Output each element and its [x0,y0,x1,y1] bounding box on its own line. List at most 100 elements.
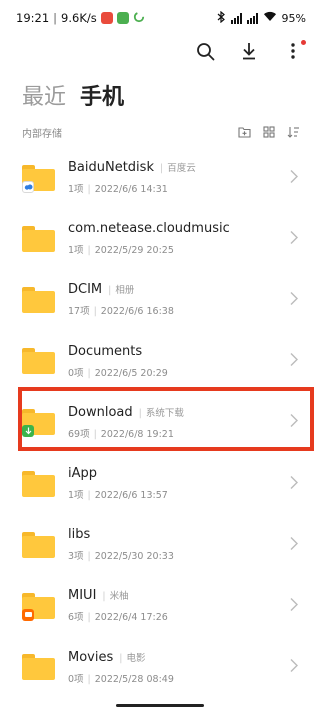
notification-dot [301,40,306,45]
folder-icon [22,531,55,558]
chevron-right-icon [290,535,298,554]
folder-icon [22,286,55,313]
folder-row-libs[interactable]: libs 3项 | 2022/5/30 20:33 [0,514,320,575]
meta-separator: | [87,245,91,257]
folder-name: BaiduNetdisk [68,160,154,176]
chevron-right-icon [290,596,298,615]
chevron-right-icon [290,413,298,432]
folder-info: iApp 1项 | 2022/6/6 13:57 [68,466,168,501]
folder-icon [22,225,55,252]
item-count: 3项 [68,551,84,563]
folder-name: DCIM [68,282,103,298]
baidu-cloud-icon [22,180,34,193]
folder-row-baidunetdisk[interactable]: BaiduNetdisk 百度云 1项|2022/6/6 14:31 [0,147,320,208]
item-count: 0项 [68,673,84,685]
item-count: 1项 [68,490,84,502]
storage-header: 内部存储 [22,122,300,142]
folder-meta: 17项 | 2022/6/6 16:38 [68,303,174,317]
folder-row-download[interactable]: Download 系统下载 69项|2022/6/8 19:21 [0,392,320,453]
download-badge-icon [22,425,34,438]
folder-name: Movies [68,649,114,665]
status-left: 19:21 | 9.6K/s [16,11,145,26]
modified-date: 2022/6/6 14:31 [94,184,168,196]
download-icon[interactable] [238,40,260,62]
meta-separator: | [87,367,91,379]
folder-name: Documents [68,343,143,359]
item-count: 1项 [68,184,84,196]
modified-date: 2022/5/28 08:49 [94,673,174,685]
app-notification-icon [100,12,113,24]
meta-separator: | [87,551,91,563]
battery-level: 95% [281,11,306,25]
folder-icon [22,654,55,681]
chevron-right-icon [290,474,298,493]
item-count: 17项 [68,306,90,318]
tab-phone[interactable]: 手机 [80,79,124,111]
chevron-right-icon [290,229,298,248]
folder-info: MIUI 米柚 6项|2022/6/4 17:26 [68,588,168,623]
modified-date: 2022/6/5 20:29 [94,367,168,379]
tab-recent[interactable]: 最近 [22,79,66,111]
meta-separator: | [87,490,91,502]
item-count: 69项 [68,428,90,440]
folder-meta: 0项 | 2022/6/5 20:29 [68,365,168,379]
modified-date: 2022/6/6 16:38 [100,306,174,318]
folder-row-com-netease-cloudmusic[interactable]: com.netease.cloudmusic 1项 | 2022/5/29 20:25 [0,208,320,269]
chevron-right-icon [290,290,298,309]
folder-row-dcim[interactable]: DCIM 相册 17项|2022/6/6 16:38 [0,269,320,330]
status-divider: | [53,11,58,25]
folder-info: com.netease.cloudmusic 1项 | 2022/5/29 20:25 [68,221,230,256]
folder-meta: 1项 | 2022/6/6 13:57 [68,487,168,501]
folder-icon [22,164,55,193]
meta-separator: | [93,428,97,440]
folder-icon [22,470,55,497]
folder-meta: 1项 | 2022/5/29 20:25 [68,242,230,256]
item-count: 0项 [68,367,84,379]
folder-icon [22,348,55,375]
folder-info: Download 系统下载 69项|2022/6/8 19:21 [68,405,184,440]
folder-info: BaiduNetdisk 百度云 1项|2022/6/6 14:31 [68,160,196,195]
modified-date: 2022/6/6 13:57 [94,490,168,502]
meta-separator: | [87,612,91,624]
sort-icon[interactable] [287,123,300,142]
chevron-right-icon [290,168,298,187]
section-title: 内部存储 [22,128,62,140]
grid-view-icon[interactable] [263,123,275,142]
chevron-right-icon [290,658,298,677]
item-count: 1项 [68,245,84,257]
search-icon[interactable] [194,40,216,62]
new-folder-icon[interactable] [238,123,251,142]
folder-meta: 69项 | 2022/6/8 19:21 [68,426,184,440]
signal-icon [246,12,258,24]
meta-separator: | [87,184,91,196]
more-icon[interactable] [282,40,306,62]
folder-row-documents[interactable]: Documents 0项 | 2022/6/5 20:29 [0,331,320,392]
section-tools [238,123,300,142]
view-tabs: 最近 手机 [22,79,124,111]
folder-tag: 米柚 [102,588,129,602]
signal-icon [230,12,242,24]
bluetooth-icon [217,10,226,26]
folder-info: Documents 0项 | 2022/6/5 20:29 [68,344,168,379]
folder-name: iApp [68,466,98,482]
folder-row-miui[interactable]: MIUI 米柚 6项|2022/6/4 17:26 [0,575,320,636]
miui-icon [22,608,34,621]
folder-name: com.netease.cloudmusic [68,221,230,237]
app-notification-icon [116,12,129,24]
folder-info: DCIM 相册 17项|2022/6/6 16:38 [68,282,174,317]
folder-tag: 相册 [108,282,134,296]
chevron-right-icon [290,352,298,371]
network-speed: 9.6K/s [61,11,97,25]
wifi-icon [263,11,277,25]
folder-info: libs 3项 | 2022/5/30 20:33 [68,527,174,562]
folder-meta: 0项 | 2022/5/28 08:49 [68,671,174,685]
folder-meta: 3项 | 2022/5/30 20:33 [68,548,174,562]
top-toolbar [194,40,306,62]
folder-row-iapp[interactable]: iApp 1项 | 2022/6/6 13:57 [0,453,320,514]
folder-name: Download [68,404,133,420]
folder-row-movies[interactable]: Movies 电影 0项|2022/5/28 08:49 [0,637,320,698]
home-indicator[interactable] [116,704,204,707]
folder-meta: 6项 | 2022/6/4 17:26 [68,609,168,623]
folder-tag: 百度云 [160,160,196,174]
status-right: 95% [217,10,306,26]
